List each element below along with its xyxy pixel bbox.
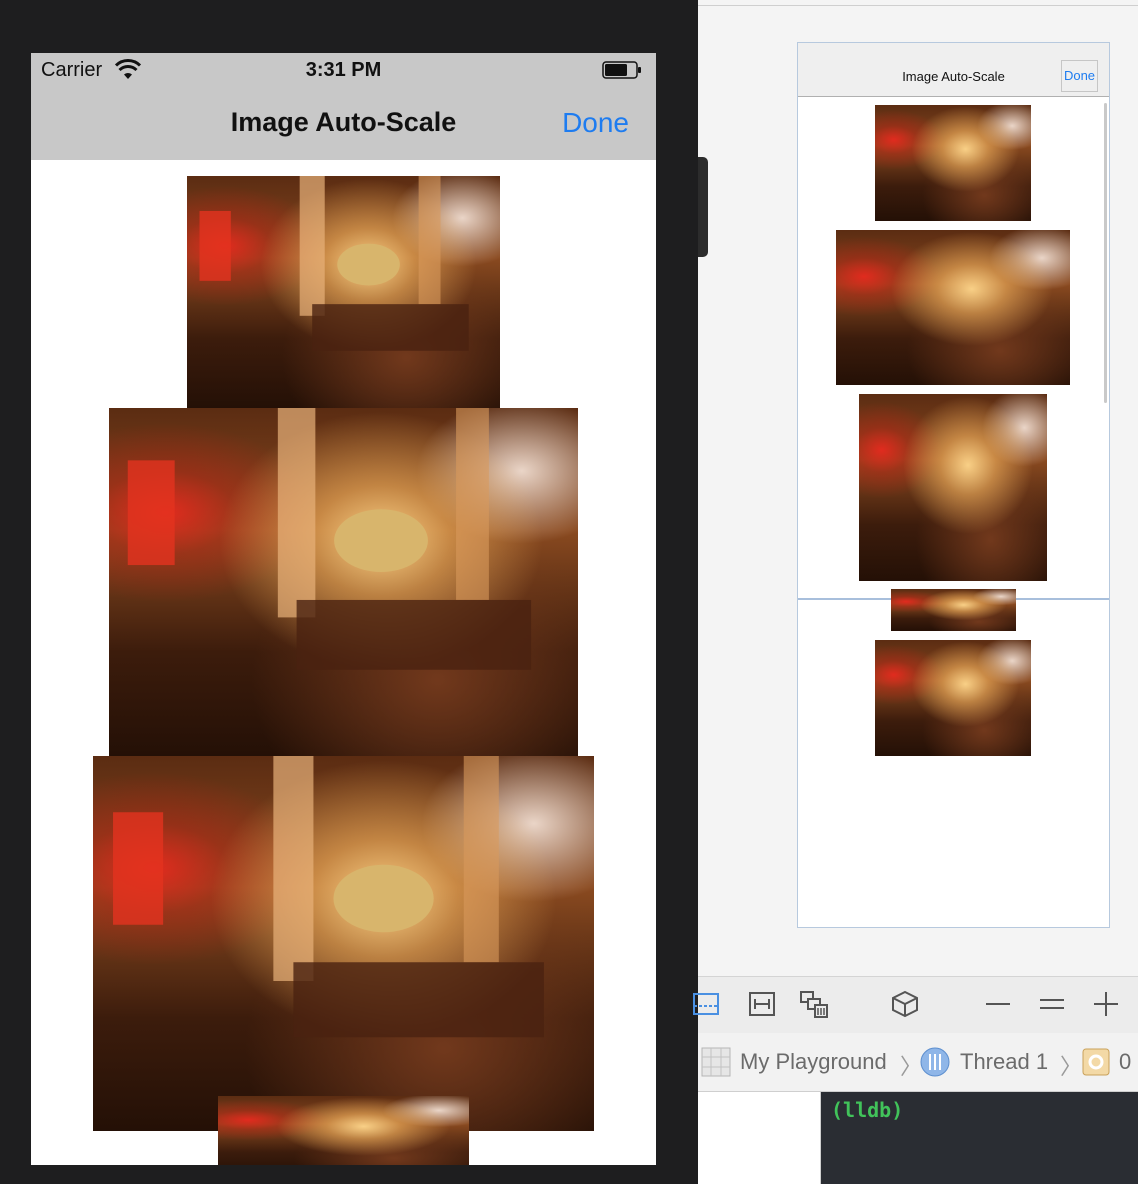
live-view-image (859, 394, 1047, 581)
restaurant-image (109, 408, 578, 757)
breadcrumb-thread[interactable]: Thread 1 (960, 1049, 1048, 1075)
debug-breadcrumb-bar: My Playground 〉 Thread 1 〉 0 (698, 1033, 1138, 1092)
zoom-out-icon[interactable] (983, 989, 1013, 1019)
memory-graph-icon[interactable] (799, 989, 829, 1019)
playground-icon (701, 1047, 731, 1077)
elephant-statue-icon (127, 408, 532, 670)
ios-simulator-window: Carrier 3:31 PM Image Auto-Scale Done (0, 0, 698, 1184)
chevron-right-icon: 〉 (900, 1054, 923, 1079)
layout-icon[interactable] (747, 989, 777, 1019)
live-view-image (891, 589, 1016, 631)
phone-screen: Carrier 3:31 PM Image Auto-Scale Done (31, 53, 656, 1165)
live-view-image (836, 230, 1070, 385)
done-button[interactable]: Done (562, 107, 629, 139)
thread-icon (920, 1047, 950, 1077)
restaurant-image (218, 1096, 469, 1165)
elephant-statue-icon (113, 756, 544, 1038)
divider (698, 5, 1138, 6)
breadcrumb-playground[interactable]: My Playground (740, 1049, 887, 1075)
stack-frame-icon (1082, 1048, 1110, 1076)
playground-live-view: Image Auto-Scale Done (797, 42, 1110, 928)
debug-toolbar (693, 976, 1138, 1034)
battery-icon (602, 61, 641, 79)
elephant-statue-icon (199, 176, 469, 351)
restaurant-image (187, 176, 500, 409)
simulator-side-handle[interactable] (698, 157, 708, 257)
restaurant-image (93, 756, 594, 1131)
live-view-navigation-bar: Image Auto-Scale Done (798, 43, 1109, 97)
clock-label: 3:31 PM (305, 59, 382, 81)
actual-size-icon[interactable] (1037, 989, 1067, 1019)
breadcrumb-frame[interactable]: 0 (1119, 1049, 1131, 1075)
live-view-done-button[interactable]: Done (1061, 60, 1098, 92)
live-view-image (875, 105, 1031, 221)
scrollbar[interactable] (1104, 103, 1107, 403)
chevron-right-icon: 〉 (1060, 1054, 1083, 1079)
debug-area-icon[interactable] (692, 989, 722, 1019)
zoom-in-icon[interactable] (1091, 989, 1121, 1019)
3d-view-icon[interactable] (890, 989, 920, 1019)
variables-view (698, 1092, 821, 1184)
navigation-bar: Image Auto-Scale Done (31, 89, 656, 160)
console-prompt: (lldb) (831, 1098, 904, 1122)
live-view-image (875, 640, 1031, 756)
xcode-window: Image Auto-Scale Done My Playground 〉 Th… (693, 0, 1138, 1184)
lldb-console[interactable]: (lldb) (821, 1092, 1138, 1184)
status-bar: Carrier 3:31 PM (31, 53, 656, 89)
